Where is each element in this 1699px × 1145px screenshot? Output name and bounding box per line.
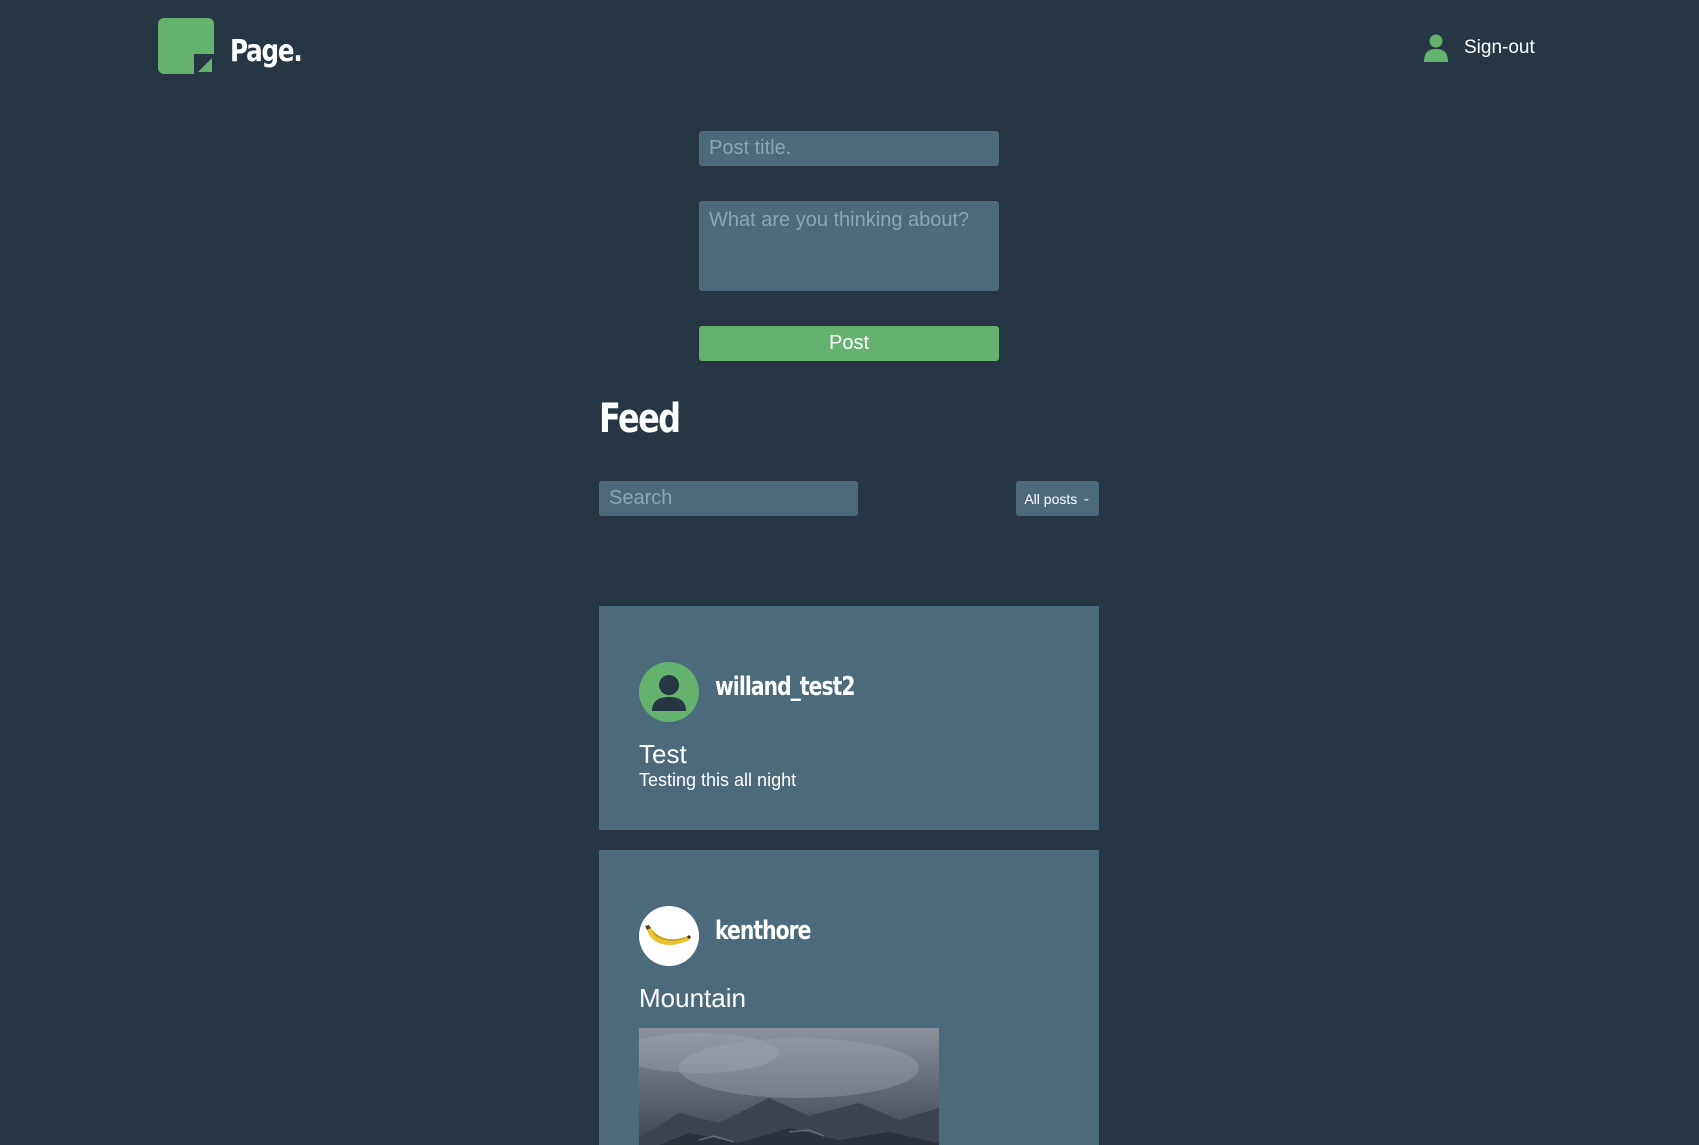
avatar[interactable] (639, 662, 699, 722)
post-title: Mountain (639, 983, 746, 1013)
banana-icon (645, 925, 691, 945)
post-title: Test (639, 739, 687, 769)
post-filter-select[interactable]: All posts ⌄ (1016, 481, 1099, 516)
chevron-down-icon: ⌄ (1082, 493, 1091, 504)
signout-button[interactable]: Sign-out (1424, 32, 1535, 64)
logo-text[interactable]: Page. (230, 34, 303, 69)
logo-fold (194, 54, 214, 74)
logo-icon[interactable] (158, 18, 214, 74)
post-card: willand_test2 Test Testing this all nigh… (599, 606, 1099, 830)
post-button[interactable]: Post (699, 326, 999, 361)
post-username[interactable]: willand_test2 (715, 672, 855, 702)
post-body-textarea[interactable] (699, 201, 999, 291)
mountain-photo (639, 1028, 939, 1145)
signout-label: Sign-out (1464, 37, 1535, 58)
post-image[interactable] (639, 1028, 939, 1145)
user-icon (1424, 34, 1448, 62)
post-card: kenthore Mountain (599, 850, 1099, 1145)
post-body: Testing this all night (639, 770, 797, 790)
post-title-input[interactable] (699, 131, 999, 166)
page: Page. Sign-out Post Feed All posts ⌄ wil… (0, 0, 1699, 1145)
post-username[interactable]: kenthore (715, 916, 811, 946)
feed-heading: Feed (599, 396, 681, 442)
default-user-icon (652, 675, 686, 711)
filter-selected-label: All posts (1024, 490, 1078, 507)
avatar[interactable] (639, 906, 699, 966)
search-input[interactable] (599, 481, 858, 516)
